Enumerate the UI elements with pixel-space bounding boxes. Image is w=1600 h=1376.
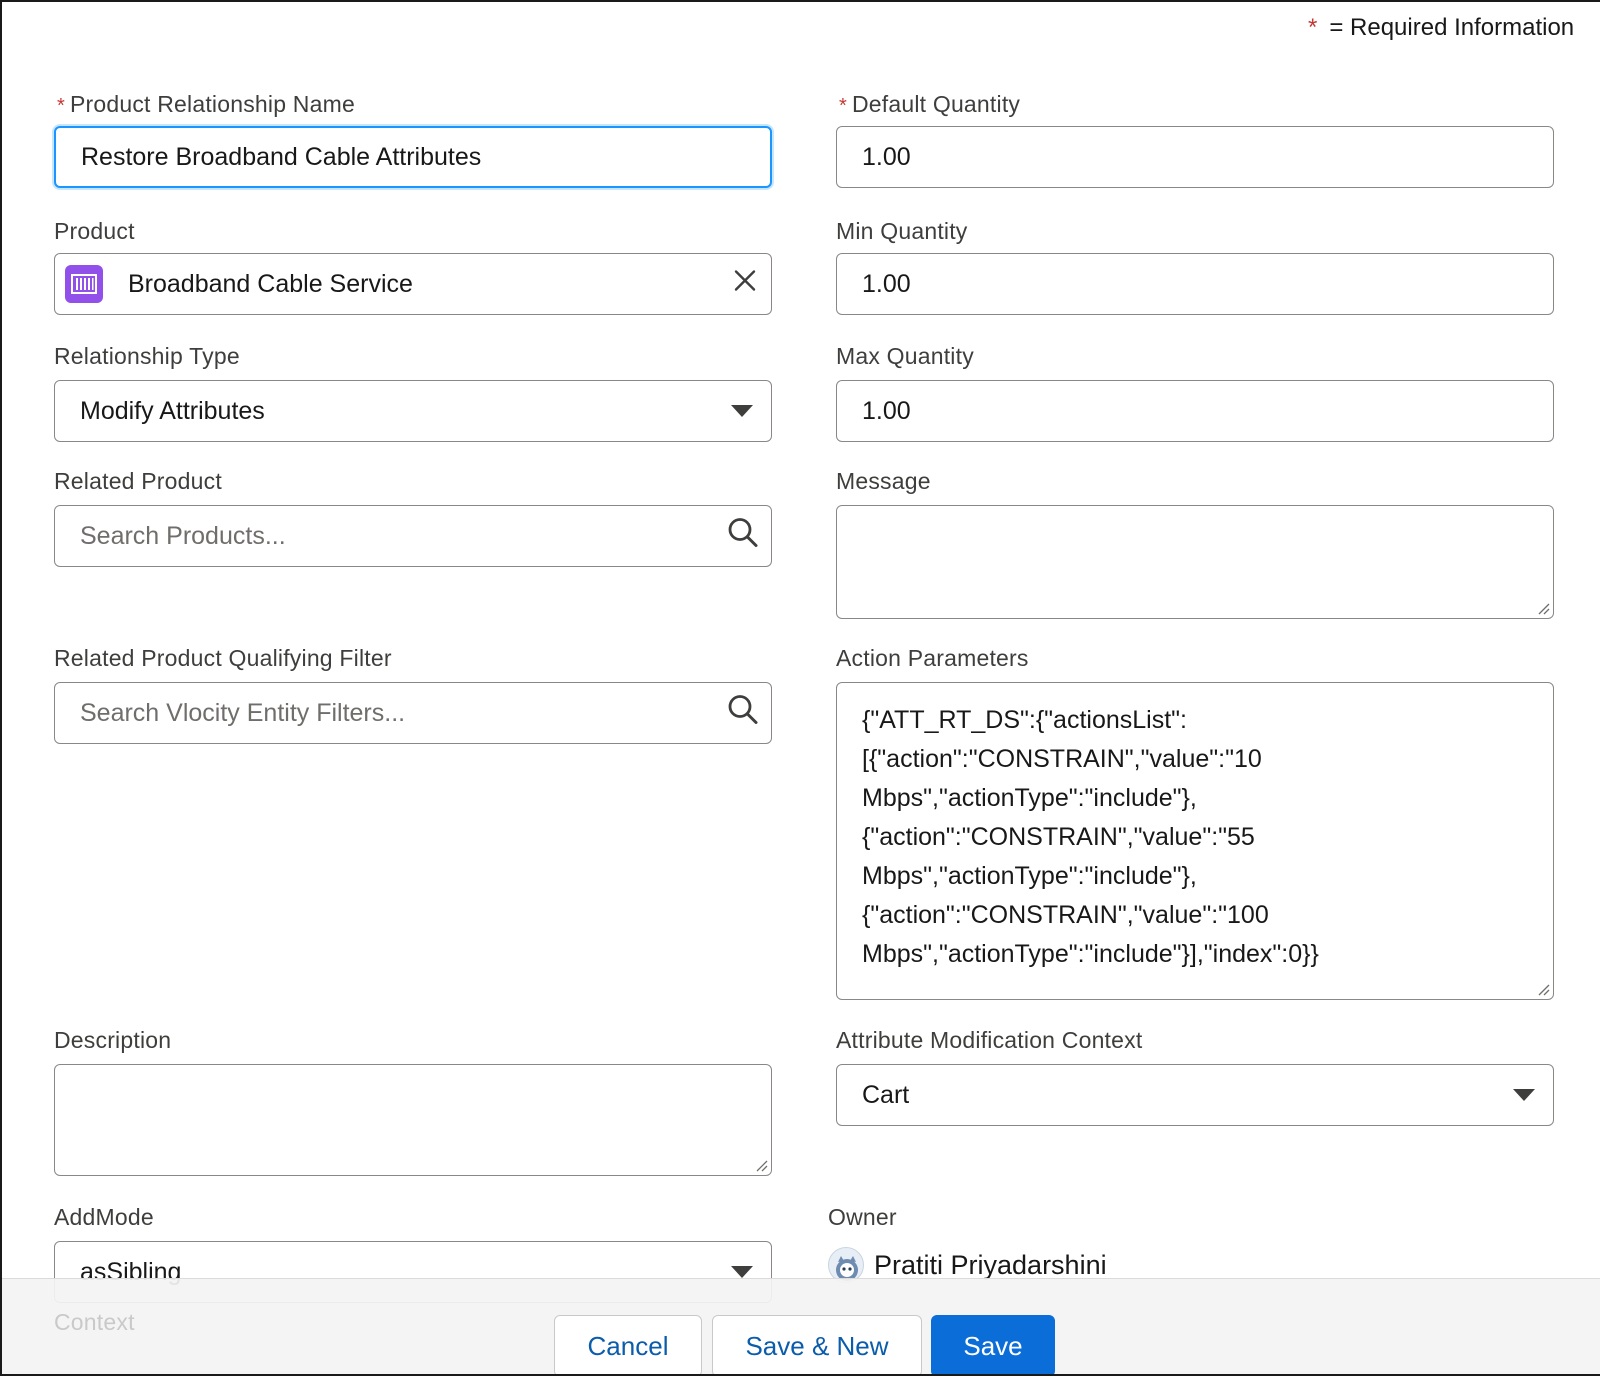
action-parameters-textarea[interactable]: {"ATT_RT_DS":{"actionsList": [{"action":… — [836, 682, 1554, 1000]
message-value — [837, 506, 1553, 546]
related-product-placeholder: Search Products... — [80, 521, 286, 550]
required-information-note: * = Required Information — [1308, 14, 1574, 42]
resize-grip-icon[interactable] — [1534, 599, 1550, 615]
description-textarea[interactable] — [54, 1064, 772, 1176]
owner-label: Owner — [828, 1204, 897, 1230]
message-label: Message — [836, 468, 931, 494]
required-star: * — [57, 95, 65, 117]
default-quantity-value: 1.00 — [862, 142, 911, 171]
min-quantity-input[interactable]: 1.00 — [836, 253, 1554, 315]
chevron-down-icon — [731, 1266, 753, 1278]
relationship-name-input[interactable]: Restore Broadband Cable Attributes — [54, 126, 772, 188]
close-icon[interactable] — [733, 269, 757, 300]
add-mode-label: AddMode — [54, 1204, 154, 1230]
default-quantity-label: * Default Quantity — [839, 91, 1020, 118]
chevron-down-icon — [1513, 1089, 1535, 1101]
resize-grip-icon[interactable] — [752, 1156, 768, 1172]
default-quantity-label-text: Default Quantity — [851, 91, 1021, 117]
attr-mod-context-label: Attribute Modification Context — [836, 1027, 1143, 1053]
description-label: Description — [54, 1027, 172, 1053]
relationship-name-label: * Product Relationship Name — [57, 91, 355, 118]
min-quantity-value: 1.00 — [862, 269, 911, 298]
max-quantity-input[interactable]: 1.00 — [836, 380, 1554, 442]
max-quantity-value: 1.00 — [862, 396, 911, 425]
related-product-search[interactable]: Search Products... — [54, 505, 772, 567]
description-value — [55, 1065, 771, 1105]
chevron-down-icon — [731, 405, 753, 417]
relationship-type-label: Relationship Type — [54, 343, 240, 369]
qualifying-filter-placeholder: Search Vlocity Entity Filters... — [80, 698, 406, 727]
save-button[interactable]: Save — [931, 1315, 1055, 1374]
relationship-type-select[interactable]: Modify Attributes — [54, 380, 772, 442]
product-value: Broadband Cable Service — [128, 269, 413, 298]
product-icon — [65, 265, 103, 303]
resize-grip-icon[interactable] — [1534, 980, 1550, 996]
action-parameters-value: {"ATT_RT_DS":{"actionsList": [{"action":… — [862, 706, 1319, 968]
min-quantity-label: Min Quantity — [836, 218, 968, 244]
required-note-text: = Required Information — [1329, 14, 1575, 41]
search-icon — [727, 517, 759, 556]
product-lookup[interactable]: Broadband Cable Service — [54, 253, 772, 315]
max-quantity-label: Max Quantity — [836, 343, 974, 369]
record-edit-form: * = Required Information * Product Relatio… — [0, 0, 1600, 1376]
required-star: * — [1308, 14, 1318, 41]
required-star: * — [839, 95, 847, 117]
relationship-name-label-text: Product Relationship Name — [69, 91, 355, 117]
related-product-label: Related Product — [54, 468, 222, 494]
attr-mod-context-value: Cart — [862, 1080, 910, 1109]
relationship-type-value: Modify Attributes — [80, 396, 265, 425]
context-label: Context — [54, 1309, 135, 1335]
default-quantity-input[interactable]: 1.00 — [836, 126, 1554, 188]
action-parameters-label: Action Parameters — [836, 645, 1029, 671]
relationship-name-value: Restore Broadband Cable Attributes — [81, 142, 482, 171]
product-label: Product — [54, 218, 135, 244]
attr-mod-context-select[interactable]: Cart — [836, 1064, 1554, 1126]
message-textarea[interactable] — [836, 505, 1554, 619]
save-and-new-button[interactable]: Save & New — [712, 1315, 922, 1374]
search-icon — [727, 694, 759, 733]
cancel-button[interactable]: Cancel — [554, 1315, 702, 1374]
owner-name[interactable]: Pratiti Priyadarshini — [874, 1250, 1107, 1281]
qualifying-filter-search[interactable]: Search Vlocity Entity Filters... — [54, 682, 772, 744]
qualifying-filter-label: Related Product Qualifying Filter — [54, 645, 392, 671]
